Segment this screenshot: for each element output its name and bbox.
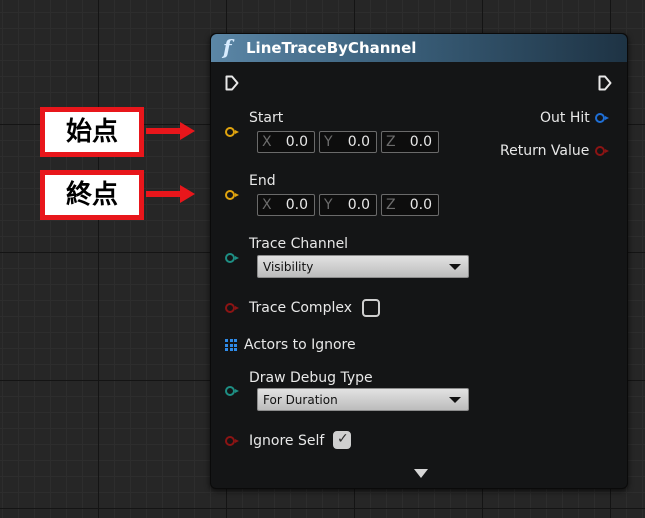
- trace-channel-label: Trace Channel: [249, 236, 349, 252]
- end-z-value: 0.0: [409, 197, 432, 213]
- out-hit-label: Out Hit: [540, 110, 590, 126]
- y-axis-label: Y: [324, 197, 333, 213]
- start-z-field[interactable]: Z 0.0: [381, 131, 439, 153]
- start-y-field[interactable]: Y 0.0: [319, 131, 377, 153]
- start-callout-text: 始点: [65, 117, 118, 147]
- z-axis-label: Z: [386, 197, 396, 213]
- array-pin-icon[interactable]: [225, 339, 237, 351]
- start-pin-icon[interactable]: [225, 127, 239, 137]
- end-z-field[interactable]: Z 0.0: [381, 194, 439, 216]
- trace-complex-pin-icon[interactable]: [225, 303, 239, 313]
- node-title: LineTraceByChannel: [246, 39, 417, 57]
- end-callout: 終点: [40, 170, 144, 220]
- end-arrow-head: [180, 185, 195, 203]
- end-label: End: [249, 173, 276, 189]
- start-x-value: 0.0: [285, 134, 308, 150]
- draw-debug-type-label: Draw Debug Type: [249, 370, 373, 386]
- z-axis-label: Z: [386, 134, 396, 150]
- draw-debug-type-value: For Duration: [263, 393, 338, 407]
- line-trace-node[interactable]: f LineTraceByChannel Start X 0.0 Y 0.0 Z…: [210, 33, 628, 489]
- end-callout-text: 終点: [65, 180, 118, 210]
- actors-to-ignore-label: Actors to Ignore: [244, 337, 356, 353]
- out-hit-pin-icon[interactable]: [595, 113, 609, 123]
- trace-channel-dropdown[interactable]: Visibility: [257, 255, 469, 278]
- chevron-down-icon: [449, 264, 461, 270]
- end-y-field[interactable]: Y 0.0: [319, 194, 377, 216]
- end-x-value: 0.0: [285, 197, 308, 213]
- end-y-value: 0.0: [347, 197, 370, 213]
- draw-debug-type-dropdown[interactable]: For Duration: [257, 388, 469, 411]
- end-arrow-shaft: [146, 191, 181, 197]
- trace-channel-pin-icon[interactable]: [225, 253, 239, 263]
- return-value-label: Return Value: [500, 143, 590, 159]
- ignore-self-label: Ignore Self: [249, 433, 325, 449]
- node-header[interactable]: f LineTraceByChannel: [211, 34, 627, 62]
- start-callout: 始点: [40, 107, 144, 157]
- return-value-pin-icon[interactable]: [595, 146, 609, 156]
- exec-in-pin-icon[interactable]: [225, 75, 239, 91]
- draw-debug-type-pin-icon[interactable]: [225, 386, 239, 396]
- checkmark-icon: ✓: [337, 431, 349, 447]
- start-x-field[interactable]: X 0.0: [257, 131, 315, 153]
- trace-channel-value: Visibility: [263, 260, 314, 274]
- expand-advanced-icon[interactable]: [414, 469, 428, 478]
- start-y-value: 0.0: [347, 134, 370, 150]
- y-axis-label: Y: [324, 134, 333, 150]
- end-x-field[interactable]: X 0.0: [257, 194, 315, 216]
- start-vector-input: X 0.0 Y 0.0 Z 0.0: [257, 131, 439, 153]
- function-icon: f: [223, 35, 232, 59]
- trace-complex-checkbox[interactable]: [362, 299, 380, 317]
- trace-complex-label: Trace Complex: [249, 300, 352, 316]
- start-arrow-head: [180, 122, 195, 140]
- ignore-self-pin-icon[interactable]: [225, 436, 239, 446]
- end-pin-icon[interactable]: [225, 190, 239, 200]
- start-arrow-shaft: [146, 128, 181, 134]
- start-label: Start: [249, 110, 284, 126]
- start-z-value: 0.0: [409, 134, 432, 150]
- x-axis-label: X: [262, 134, 272, 150]
- ignore-self-checkbox[interactable]: ✓: [333, 431, 351, 449]
- end-vector-input: X 0.0 Y 0.0 Z 0.0: [257, 194, 439, 216]
- x-axis-label: X: [262, 197, 272, 213]
- chevron-down-icon: [449, 397, 461, 403]
- exec-out-pin-icon[interactable]: [598, 75, 612, 91]
